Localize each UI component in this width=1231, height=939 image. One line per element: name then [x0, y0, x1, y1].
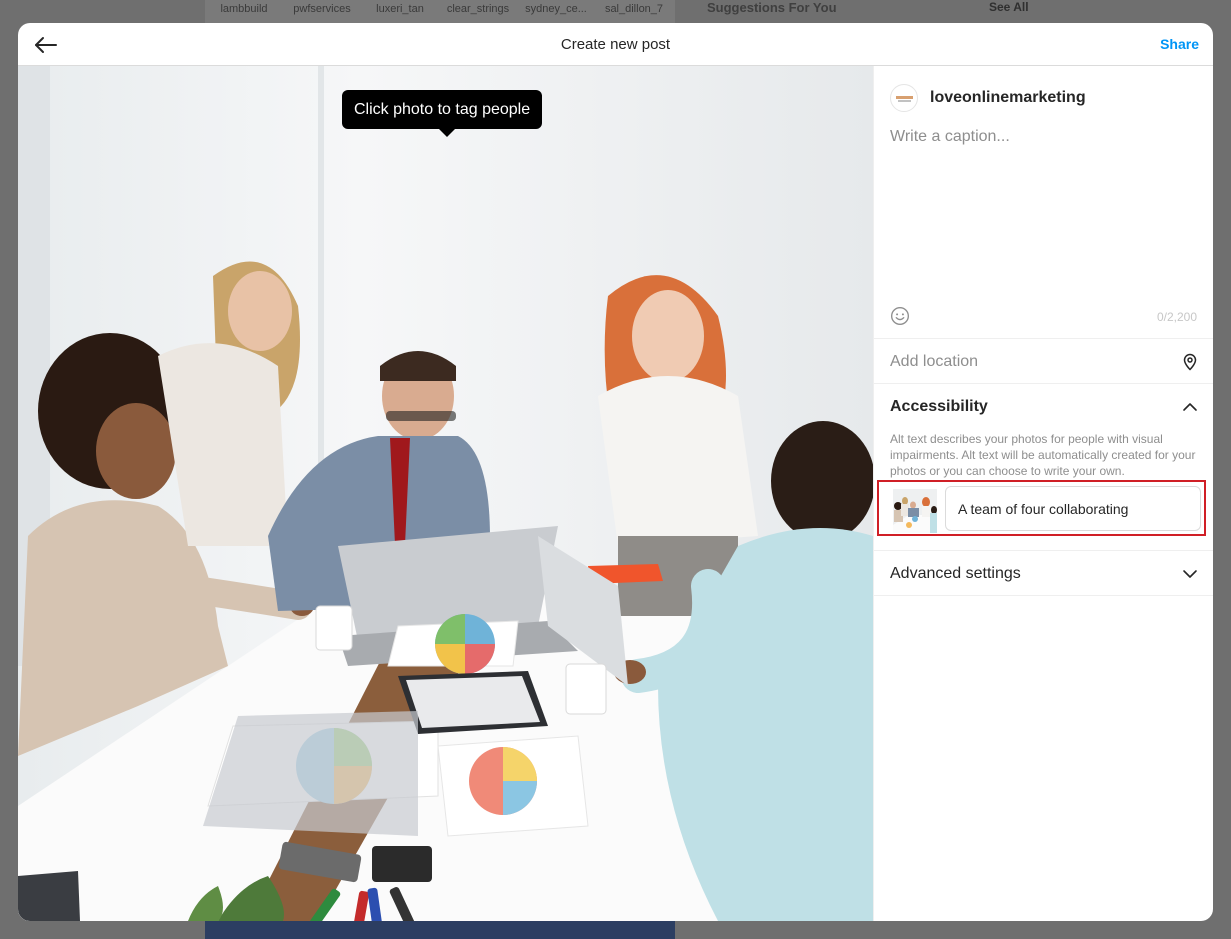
avatar [890, 84, 918, 112]
location-pin-icon [1183, 353, 1197, 371]
accessibility-toggle[interactable]: Accessibility [874, 384, 1213, 429]
username: loveonlinemarketing [930, 89, 1086, 106]
location-placeholder: Add location [890, 352, 979, 370]
arrow-left-icon [35, 37, 57, 53]
modal-header: Create new post Share [18, 23, 1213, 66]
photo-illustration [18, 66, 873, 921]
chevron-down-icon [1183, 569, 1197, 578]
advanced-settings-toggle[interactable]: Advanced settings [874, 551, 1213, 596]
author-row: loveonlinemarketing [874, 66, 1213, 130]
emoji-icon[interactable] [890, 306, 910, 326]
story-label: luxeri_tan [376, 3, 424, 15]
caption-input[interactable] [890, 128, 1198, 288]
accessibility-title: Accessibility [890, 397, 988, 415]
story-label: sydney_ce... [525, 3, 587, 15]
modal-body: Click photo to tag people loveonlinemark… [18, 66, 1213, 921]
caption-char-count: 0/2,200 [1156, 310, 1197, 324]
post-photo[interactable]: Click photo to tag people [18, 66, 873, 921]
story-label: clear_strings [446, 3, 510, 15]
advanced-settings-label: Advanced settings [890, 564, 1021, 582]
add-location-field[interactable]: Add location [874, 339, 1213, 384]
see-all-link: See All [989, 0, 1029, 14]
accessibility-description: Alt text describes your photos for peopl… [890, 432, 1196, 478]
back-button[interactable] [32, 31, 60, 59]
background-stories: lambbuild pwfservices luxeri_tan clear_s… [205, 0, 675, 22]
modal-title: Create new post [560, 35, 671, 53]
background-post-edge [205, 921, 675, 939]
suggestions-title: Suggestions For You [707, 0, 837, 15]
post-details-panel: loveonlinemarketing 0/2,200 Add location [873, 66, 1213, 921]
story-label: pwfservices [293, 3, 351, 15]
share-button[interactable]: Share [1160, 36, 1199, 52]
story-label: sal_dillon_7 [604, 3, 664, 15]
alt-text-highlight [877, 480, 1206, 536]
create-post-modal: Create new post Share Click photo to tag… [18, 23, 1213, 921]
photo-thumbnail [893, 489, 937, 533]
chevron-up-icon [1183, 402, 1197, 411]
alt-text-input[interactable] [945, 486, 1201, 531]
divider [874, 595, 1213, 596]
tag-people-tooltip: Click photo to tag people [342, 90, 543, 137]
story-label: lambbuild [220, 3, 268, 15]
